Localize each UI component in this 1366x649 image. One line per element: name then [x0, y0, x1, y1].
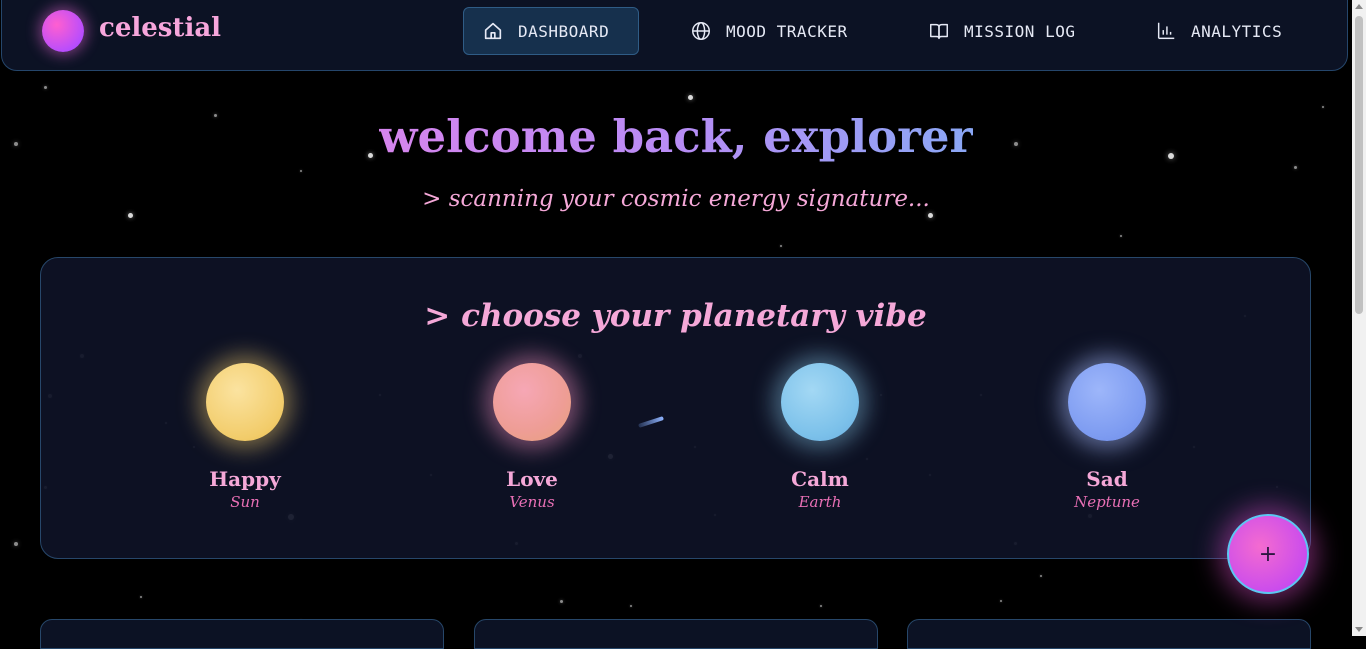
star-decoration [630, 605, 632, 607]
home-icon [484, 22, 502, 40]
star-decoration [1322, 106, 1324, 108]
nav-analytics-label: ANALYTICS [1191, 21, 1283, 41]
dashboard-card [907, 619, 1311, 649]
mood-label: Sad [1086, 467, 1128, 491]
mood-label: Love [506, 467, 558, 491]
book-icon [930, 23, 948, 40]
star-decoration [300, 170, 302, 172]
plus-icon: + [1258, 541, 1278, 567]
star-decoration [780, 245, 782, 247]
star-decoration [44, 86, 47, 89]
scrollbar-thumb[interactable] [1355, 16, 1363, 314]
top-navigation-bar: celestial DASHBOARD MOOD TRACKER MISSION… [1, 0, 1348, 71]
nav-mood-tracker-label: MOOD TRACKER [726, 21, 848, 41]
globe-icon [692, 22, 710, 40]
star-decoration [688, 95, 693, 100]
planet-label: Sun [230, 493, 260, 511]
star-decoration [1040, 575, 1042, 577]
mood-option-sad[interactable]: Sad Neptune [1027, 363, 1187, 511]
earth-planet-icon [781, 363, 859, 441]
planet-label: Earth [798, 493, 842, 511]
star-decoration [560, 600, 563, 603]
welcome-heading-text: welcome back, explorer [378, 110, 974, 163]
welcome-subtitle: > scanning your cosmic energy signature.… [422, 186, 930, 212]
nav-mission-log-label: MISSION LOG [964, 21, 1076, 41]
scroll-up-arrow-icon[interactable] [1355, 4, 1363, 9]
mood-label: Calm [791, 467, 849, 491]
dashboard-card [40, 619, 444, 649]
dashboard-card [474, 619, 878, 649]
nav-dashboard[interactable]: DASHBOARD [463, 7, 639, 55]
planet-label: Venus [509, 493, 555, 511]
add-entry-button[interactable]: + [1227, 514, 1309, 594]
nav-mood-tracker[interactable]: MOOD TRACKER [672, 7, 866, 55]
mood-option-happy[interactable]: Happy Sun [165, 363, 325, 511]
logo-planet-icon[interactable] [42, 10, 84, 52]
mood-option-calm[interactable]: Calm Earth [740, 363, 900, 511]
panel-title: > choose your planetary vibe [424, 298, 927, 334]
mood-label: Happy [209, 467, 281, 491]
welcome-heading: welcome back, explorer [0, 110, 1352, 164]
sun-planet-icon [206, 363, 284, 441]
star-decoration [128, 213, 133, 218]
planetary-vibe-panel: > choose your planetary vibe Happy Sun L… [40, 257, 1311, 559]
nav-mission-log[interactable]: MISSION LOG [910, 7, 1093, 55]
bar-chart-icon [1157, 22, 1175, 40]
star-decoration [1294, 166, 1297, 169]
brand-name[interactable]: celestial [99, 13, 221, 43]
neptune-planet-icon [1068, 363, 1146, 441]
page-scrollbar[interactable] [1352, 0, 1366, 636]
planet-label: Neptune [1074, 493, 1140, 511]
star-decoration [14, 542, 18, 546]
venus-planet-icon [493, 363, 571, 441]
star-decoration [928, 213, 933, 218]
star-decoration [820, 605, 822, 607]
nav-dashboard-label: DASHBOARD [518, 21, 610, 41]
star-decoration [1000, 600, 1002, 602]
mood-option-love[interactable]: Love Venus [452, 363, 612, 511]
star-decoration [140, 596, 142, 598]
star-decoration [1120, 235, 1122, 237]
scroll-down-arrow-icon[interactable] [1355, 627, 1363, 632]
nav-analytics[interactable]: ANALYTICS [1137, 7, 1300, 55]
